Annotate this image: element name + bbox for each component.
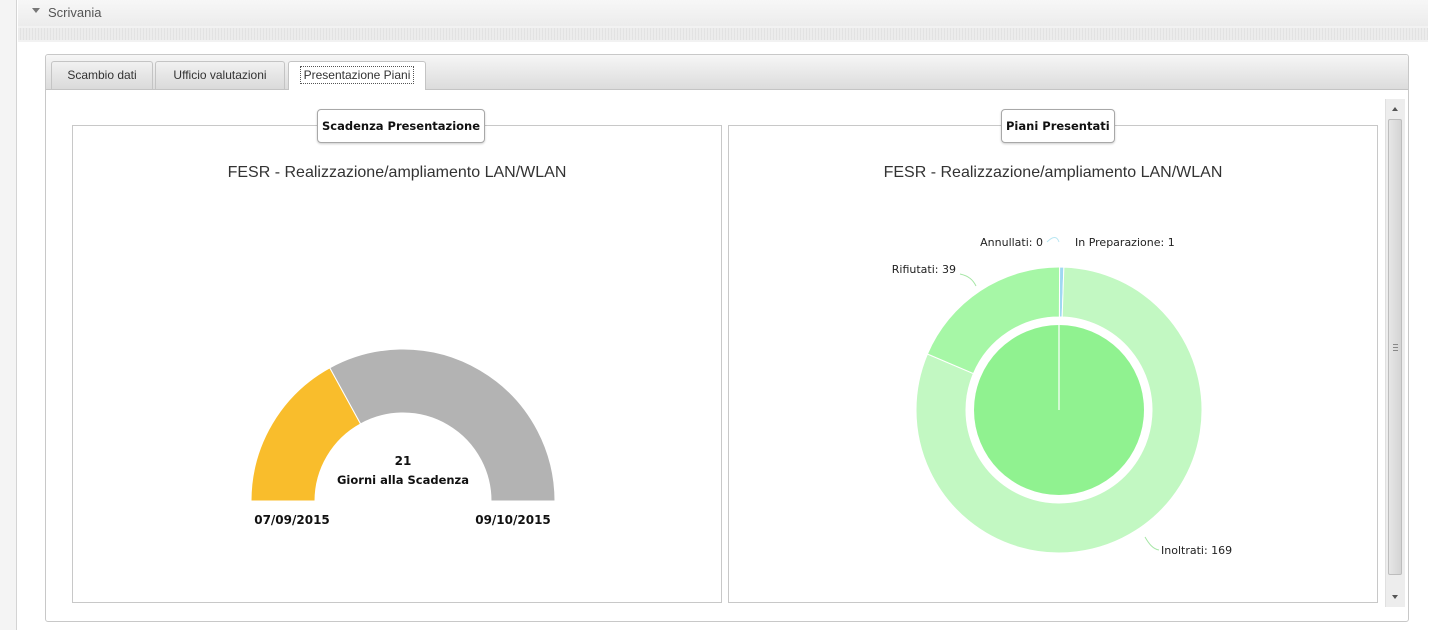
tab-label: Presentazione Piani xyxy=(299,66,415,84)
pie-label-annullati: Annullati: 0 xyxy=(980,236,1043,249)
deadline-panel: Scadenza Presentazione FESR - Realizzazi… xyxy=(72,109,722,603)
gauge-value: 21 xyxy=(395,454,412,468)
pie-label-inoltrati: Inoltrati: 169 xyxy=(1161,544,1232,557)
tab-label: Scambio dati xyxy=(67,68,137,82)
submitted-panel: Piani Presentati FESR - Realizzazione/am… xyxy=(728,109,1378,603)
vertical-scrollbar[interactable] xyxy=(1385,99,1405,607)
section-header[interactable]: Scrivania xyxy=(18,0,1428,42)
collapse-arrow-icon[interactable] xyxy=(32,8,40,13)
tab-scambio-dati[interactable]: Scambio dati xyxy=(51,61,153,89)
submitted-pie-chart: Annullati: 0 In Preparazione: 1 Rifiutat… xyxy=(892,236,1232,557)
gauge-max-label: 09/10/2015 xyxy=(475,513,551,527)
deadline-gauge-chart: 21 Giorni alla Scadenza 07/09/2015 09/10… xyxy=(250,348,556,527)
scroll-down-icon[interactable] xyxy=(1392,595,1398,599)
gauge-value-label: Giorni alla Scadenza xyxy=(337,473,469,487)
tab-ufficio-valutazioni[interactable]: Ufficio valutazioni xyxy=(155,61,285,89)
grip-icon xyxy=(1393,344,1398,351)
pie-label-rifiutati: Rifiutati: 39 xyxy=(892,263,956,276)
leader-line-annullati xyxy=(1046,237,1060,243)
section-title: Scrivania xyxy=(48,5,102,20)
section-header-stripe xyxy=(18,28,1428,40)
tab-label: Ufficio valutazioni xyxy=(173,68,267,82)
tab-presentazione-piani[interactable]: Presentazione Piani xyxy=(288,61,426,90)
leader-line-rifiutati xyxy=(959,273,977,287)
pie-label-in-preparazione: In Preparazione: 1 xyxy=(1075,236,1175,249)
leader-line-inoltrati xyxy=(1144,536,1160,551)
tab-panel: Scambio dati Ufficio valutazioni Present… xyxy=(45,54,1409,622)
left-sidebar-strip xyxy=(0,0,17,630)
section-header-bar xyxy=(18,0,1428,26)
gauge-min-label: 07/09/2015 xyxy=(254,513,330,527)
tab-strip: Scambio dati Ufficio valutazioni Present… xyxy=(46,55,1408,90)
scroll-up-icon[interactable] xyxy=(1392,107,1398,111)
scrollbar-thumb[interactable] xyxy=(1388,119,1402,575)
